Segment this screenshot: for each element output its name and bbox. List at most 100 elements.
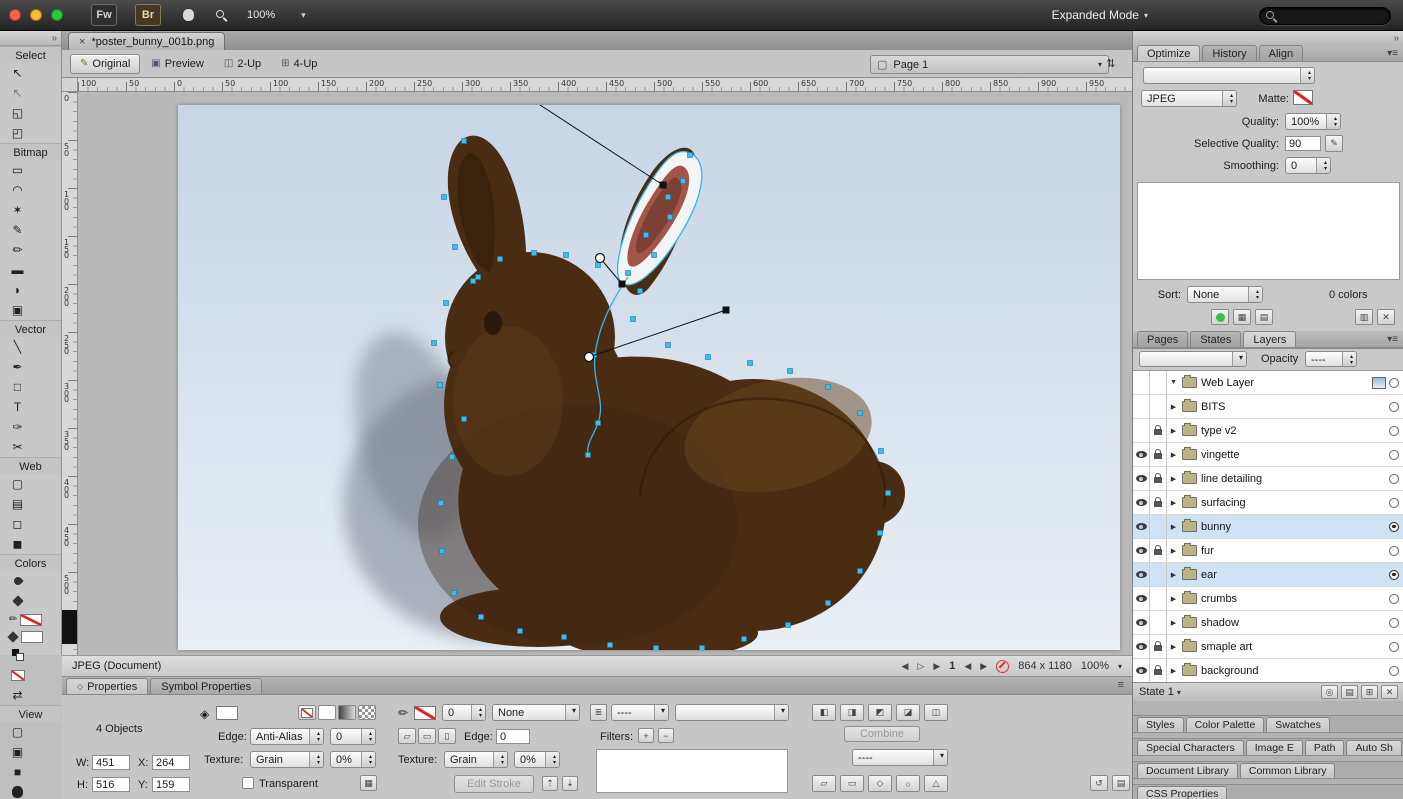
window-close-button[interactable]	[9, 9, 21, 21]
freeform-tool[interactable]: ✑	[4, 417, 31, 437]
layer-lock-toggle[interactable]	[1150, 635, 1167, 658]
pen-tool[interactable]: ✒	[4, 357, 31, 377]
filter-menu-button[interactable]: ≣	[590, 704, 607, 721]
zoom-status[interactable]: 100%	[1081, 660, 1109, 672]
slice-tool[interactable]: ▤	[4, 494, 31, 514]
layer-lock-toggle[interactable]	[1150, 611, 1167, 634]
layer-visibility-toggle[interactable]	[1133, 587, 1150, 610]
add-filter-button[interactable]: +	[638, 728, 654, 743]
selective-quality-field[interactable]: 90	[1285, 136, 1321, 151]
properties-extra-button-2[interactable]: ▤	[1112, 775, 1130, 791]
panel-tab-special-characters[interactable]: Special Characters	[1137, 740, 1244, 755]
hide-hotspots-button[interactable]: ◻	[4, 514, 31, 534]
layer-lock-toggle[interactable]	[1150, 659, 1167, 682]
panel-tab-path[interactable]: Path	[1305, 740, 1345, 755]
tab-align[interactable]: Align	[1259, 45, 1303, 61]
layer-select-indicator[interactable]	[1389, 546, 1399, 556]
x-field[interactable]: 264	[152, 755, 190, 770]
canvas-viewport[interactable]: 05 01 0 01 5 02 0 02 5 03 0 03 5 04 0 04…	[62, 92, 1132, 655]
intersect-button[interactable]: ◩	[868, 704, 892, 721]
tab-layers[interactable]: Layers	[1243, 331, 1296, 347]
dock-collapse[interactable]: »	[1133, 31, 1403, 46]
eyedropper-tool[interactable]	[4, 571, 31, 591]
state-bar-label[interactable]: State 1	[1139, 686, 1174, 698]
stroke-center-button[interactable]: ▭	[418, 728, 436, 744]
y-field[interactable]: 159	[152, 777, 190, 792]
layer-select-indicator[interactable]	[1389, 594, 1399, 604]
layer-lock-toggle[interactable]	[1150, 563, 1167, 586]
onion-skin-button[interactable]: ◎	[1321, 685, 1338, 699]
delete-color-button[interactable]: ✕	[1377, 309, 1395, 325]
default-colors-button[interactable]	[4, 645, 31, 665]
layer-select-indicator[interactable]	[1389, 378, 1399, 388]
full-screen-button[interactable]: ■	[4, 762, 31, 782]
layer-expand-toggle[interactable]: ▶	[1167, 595, 1180, 603]
panel-menu-icon[interactable]: ≡	[1118, 679, 1124, 691]
stop-icon[interactable]	[996, 660, 1009, 673]
fill-bucket-icon[interactable]: ◈	[200, 707, 209, 721]
panel-tab-color-palette[interactable]: Color Palette	[1186, 717, 1265, 732]
layer-expand-toggle[interactable]: ▼	[1167, 379, 1180, 386]
remap-color-button[interactable]: ▤	[1255, 309, 1273, 325]
text-tool[interactable]: T	[4, 397, 31, 417]
stroke-style-select[interactable]: None	[492, 704, 580, 721]
layer-row[interactable]: ▶line detailing	[1133, 467, 1403, 491]
fill-texture-amount[interactable]: 0%	[330, 751, 376, 768]
layer-select-indicator[interactable]	[1389, 522, 1399, 532]
panel-tab-auto-sh[interactable]: Auto Sh	[1346, 740, 1401, 755]
layer-visibility-toggle[interactable]	[1133, 371, 1150, 394]
layer-select-indicator[interactable]	[1389, 666, 1399, 676]
document-tab[interactable]: × *poster_bunny_001b.png	[68, 32, 225, 50]
layer-visibility-toggle[interactable]	[1133, 539, 1150, 562]
layer-visibility-toggle[interactable]	[1133, 419, 1150, 442]
tab-properties[interactable]: ◇ Properties	[66, 678, 148, 694]
view-tab-original[interactable]: ✎ Original	[70, 54, 140, 74]
matte-color-chip[interactable]	[1293, 90, 1313, 105]
fill-color-chip[interactable]	[216, 706, 238, 720]
export-format-select[interactable]: JPEG	[1141, 90, 1237, 107]
hand-tool[interactable]	[4, 782, 31, 799]
search-input[interactable]	[1281, 10, 1371, 23]
view-tab-2up[interactable]: ◫ 2-Up	[215, 55, 270, 73]
pencil-tool[interactable]: ✏	[4, 240, 31, 260]
workspace-mode-select[interactable]: Expanded Mode ▾	[1052, 0, 1148, 30]
layer-expand-toggle[interactable]: ▶	[1167, 403, 1180, 411]
transparent-checkbox[interactable]	[242, 777, 254, 789]
path-preset-select[interactable]: ----	[852, 749, 948, 766]
layer-row[interactable]: ▶ear	[1133, 563, 1403, 587]
rubber-stamp-tool[interactable]: ▣	[4, 300, 31, 320]
layer-visibility-toggle[interactable]	[1133, 635, 1150, 658]
layer-expand-toggle[interactable]: ▶	[1167, 427, 1180, 435]
no-color-button[interactable]	[4, 665, 31, 685]
tab-optimize[interactable]: Optimize	[1137, 45, 1200, 61]
subtract-button[interactable]: ◨	[840, 704, 864, 721]
show-slices-button[interactable]: ◼	[4, 534, 31, 554]
stroke-pencil-icon[interactable]: ✏	[398, 706, 408, 720]
crop-tool[interactable]: ◰	[4, 123, 31, 143]
layer-select-indicator[interactable]	[1389, 474, 1399, 484]
layer-row[interactable]: ▶bunny	[1133, 515, 1403, 539]
stroke-order-down-button[interactable]: ⇣	[562, 776, 578, 791]
layer-expand-toggle[interactable]: ▶	[1167, 619, 1180, 627]
fill-color-well[interactable]	[4, 628, 57, 645]
layer-select-indicator[interactable]	[1389, 642, 1399, 652]
stroke-color-chip[interactable]	[414, 706, 436, 720]
tools-panel-collapse[interactable]: »	[0, 31, 61, 46]
zoom-level[interactable]: 100%	[247, 9, 275, 21]
path-edit-button-3[interactable]: ◇	[868, 775, 892, 792]
optimize-preset-select[interactable]	[1143, 67, 1315, 84]
punch-button[interactable]: ◪	[896, 704, 920, 721]
layer-visibility-toggle[interactable]	[1133, 395, 1150, 418]
layer-visibility-toggle[interactable]	[1133, 515, 1150, 538]
eraser-tool[interactable]: ▬	[4, 260, 31, 280]
selective-quality-edit-button[interactable]: ✎	[1325, 135, 1343, 152]
layer-row[interactable]: ▶smaple art	[1133, 635, 1403, 659]
previous-state-button[interactable]: ◀	[964, 661, 971, 672]
zoom-icon[interactable]	[216, 10, 227, 21]
crop-path-button[interactable]: ◫	[924, 704, 948, 721]
remove-filter-button[interactable]: −	[658, 728, 674, 743]
tab-states[interactable]: States	[1190, 331, 1241, 347]
layer-visibility-toggle[interactable]	[1133, 491, 1150, 514]
delete-state-button[interactable]: ✕	[1381, 685, 1398, 699]
path-edit-button-2[interactable]: ▭	[840, 775, 864, 792]
